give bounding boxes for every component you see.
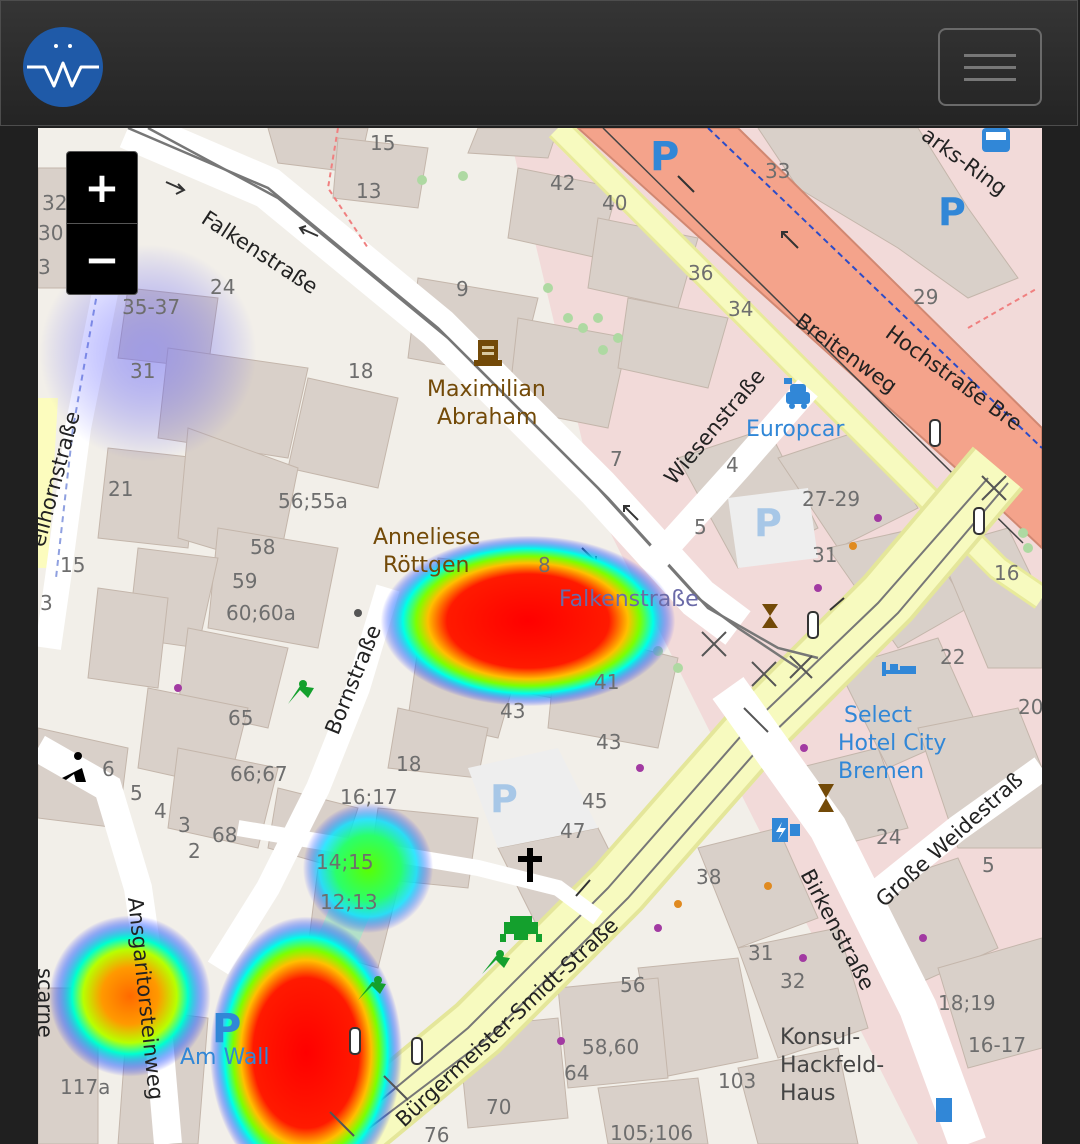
house-number: 5	[130, 781, 143, 805]
hamburger-icon	[964, 54, 1016, 81]
house-number: 21	[108, 477, 133, 501]
house-number: 32	[780, 969, 805, 993]
house-number: 18;19	[938, 991, 996, 1015]
house-number: 7	[610, 447, 623, 471]
house-number: 56;55a	[278, 489, 348, 513]
poi-label: Europcar	[746, 417, 845, 442]
house-number: 70	[486, 1095, 511, 1119]
house-number: 33	[765, 159, 790, 183]
house-number: 5	[694, 515, 707, 539]
bus-stop-icon	[982, 128, 1010, 152]
house-number: 3	[178, 813, 191, 837]
house-number: 66;67	[230, 762, 288, 786]
house-number: 58,60	[582, 1035, 639, 1059]
house-number: 41	[594, 670, 619, 694]
parking-icon: P	[490, 777, 518, 821]
house-number: 24	[210, 275, 235, 299]
house-number: 15	[60, 553, 85, 577]
parking-icon: P	[754, 501, 782, 545]
zoom-out-button[interactable]: −	[67, 224, 137, 295]
zoom-in-button[interactable]: +	[67, 152, 137, 224]
house-number: 68	[212, 823, 237, 847]
house-number: 8	[538, 553, 551, 577]
house-number: 103	[718, 1069, 756, 1093]
house-number: 12;13	[320, 890, 378, 914]
menu-toggle-button[interactable]	[938, 28, 1042, 106]
house-number: 42	[550, 171, 575, 195]
house-number: 18	[348, 359, 373, 383]
house-number: 30	[38, 221, 63, 245]
memorial-icon	[474, 340, 502, 366]
house-number: 64	[564, 1061, 589, 1085]
house-number: 38	[696, 865, 721, 889]
house-number: 45	[582, 789, 607, 813]
house-number: 9	[456, 277, 469, 301]
parking-icon: P	[650, 134, 679, 180]
house-number: 14;15	[316, 850, 374, 874]
house-number: 60;60a	[226, 601, 296, 625]
app-logo[interactable]	[23, 27, 103, 107]
house-number: 16-17	[968, 1033, 1026, 1057]
house-number: 32	[42, 191, 67, 215]
poi-label: Falkenstraße	[559, 587, 699, 612]
house-number: 34	[728, 297, 753, 321]
logo-wave-icon	[27, 44, 99, 88]
poi-label: Am Wall	[180, 1045, 270, 1070]
house-number: 2	[188, 839, 201, 863]
house-number: 65	[228, 706, 253, 730]
house-number: 16;17	[340, 785, 398, 809]
house-number: 29	[913, 285, 938, 309]
house-number: 43	[596, 730, 621, 754]
house-number: 15	[370, 131, 395, 155]
house-number: 31	[748, 941, 773, 965]
house-number: 20	[1018, 695, 1042, 719]
top-navbar	[0, 0, 1078, 126]
house-number: 56	[620, 973, 645, 997]
parking-icon: P	[938, 190, 966, 234]
house-number: 27-29	[802, 487, 860, 511]
house-number: 58	[250, 535, 275, 559]
house-number: 4	[726, 453, 739, 477]
map-view[interactable]: P P P P P Falkenstraße Breitenweg Hochst…	[38, 128, 1042, 1144]
house-number: 3	[40, 591, 53, 615]
house-number: 76	[424, 1123, 449, 1144]
house-number: 40	[602, 191, 627, 215]
house-number: 22	[940, 645, 965, 669]
house-number: 4	[154, 799, 167, 823]
zoom-control: + −	[66, 151, 138, 295]
house-number: 16	[994, 561, 1019, 585]
house-number: 18	[396, 752, 421, 776]
house-number: 31	[130, 359, 155, 383]
house-number: 36	[688, 261, 713, 285]
house-number: 13	[356, 179, 381, 203]
house-number: 5	[982, 853, 995, 877]
house-number: 3	[38, 255, 51, 279]
house-number: 6	[102, 757, 115, 781]
house-number: 35-37	[122, 295, 180, 319]
house-number: 59	[232, 569, 257, 593]
house-number: 43	[500, 699, 525, 723]
house-number: 105;106	[610, 1121, 693, 1144]
house-number: 47	[560, 819, 585, 843]
house-number: 31	[812, 543, 837, 567]
street-label: scarne	[38, 968, 57, 1038]
house-number: 117a	[60, 1075, 110, 1099]
map-canvas[interactable]: P P P P P Falkenstraße Breitenweg Hochst…	[38, 128, 1042, 1144]
house-number: 24	[876, 825, 901, 849]
